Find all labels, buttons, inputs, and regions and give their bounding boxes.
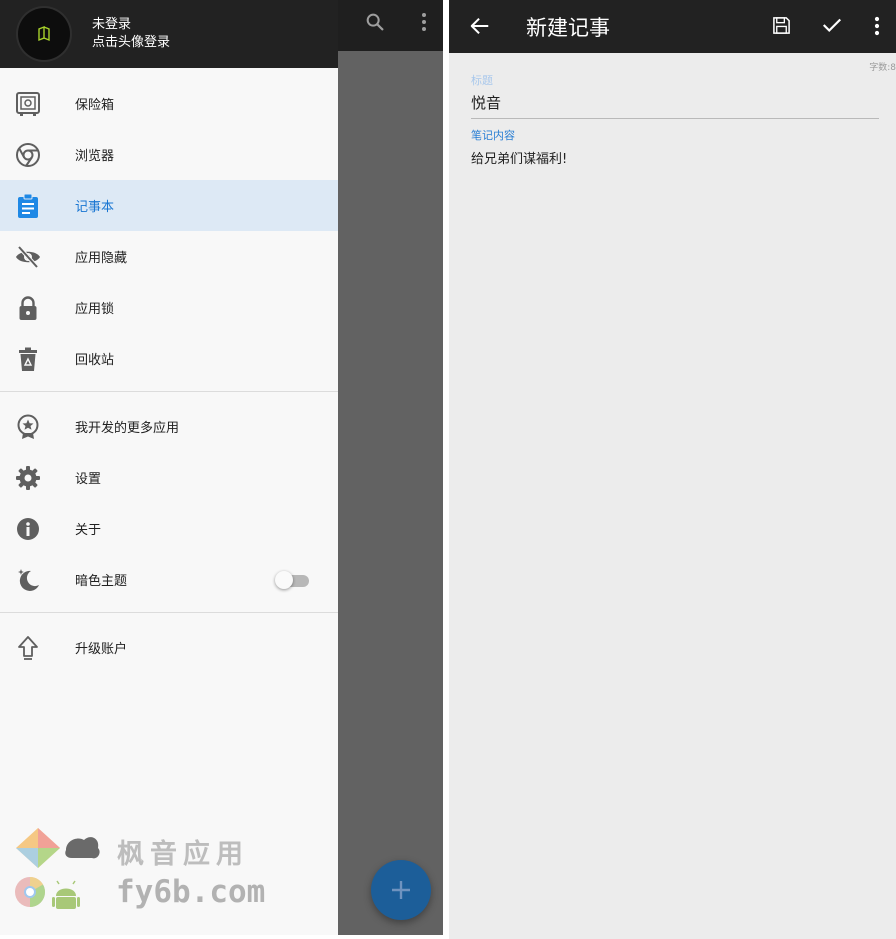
char-count: 字数:8 [869,63,896,73]
nav-item-app-hide[interactable]: 应用隐藏 [0,231,338,282]
nav-label: 回收站 [75,353,115,368]
user-name[interactable]: 未登录 [92,13,131,32]
info-icon [14,515,42,543]
title-input-underline [471,118,879,119]
safe-icon [14,90,42,118]
nav-item-browser[interactable]: 浏览器 [0,129,338,180]
more-vert-icon[interactable] [414,10,434,34]
nav-item-about[interactable]: 关于 [0,503,338,554]
back-arrow-icon[interactable] [467,13,493,39]
chrome-icon [14,141,42,169]
background-toolbar [338,0,443,51]
content-input[interactable]: 给兄弟们谋福利! [471,148,567,167]
title-input[interactable]: 悦音 [471,92,501,113]
login-hint[interactable]: 点击头像登录 [92,31,170,50]
nav-item-settings[interactable]: 设置 [0,452,338,503]
watermark-url: fy6b.com [116,874,266,910]
nav-label: 应用锁 [75,302,115,317]
nav-label: 升级账户 [75,642,128,657]
nav-label: 应用隐藏 [75,251,128,266]
save-icon[interactable] [769,13,793,37]
watermark-logo-icon [15,828,100,909]
lock-icon [14,294,42,322]
nav-label: 记事本 [75,200,115,215]
check-icon[interactable] [819,12,845,38]
logo-icon [38,25,50,42]
plus-icon [392,881,410,899]
more-vert-icon[interactable] [867,13,887,39]
drawer-header: 未登录 点击头像登录 [0,0,338,68]
eye-off-icon [14,243,42,271]
nav-label: 暗色主题 [75,574,128,589]
nav-item-more-apps[interactable]: 我开发的更多应用 [0,401,338,452]
nav-item-dark-theme[interactable]: 暗色主题 [0,554,338,605]
notes-list-screen: 未登录 点击头像登录 保险箱 浏览器 记事本 应用隐藏 应用锁 回收站 我开发的… [0,0,443,935]
watermark: 枫音应用 fy6b.com [12,826,266,916]
badge-star-icon [14,413,42,441]
moon-icon [14,566,42,594]
dark-theme-toggle[interactable] [275,571,311,589]
editor-appbar: 新建记事 [449,0,896,53]
background-content-scrim [338,51,443,935]
add-note-fab[interactable] [371,860,431,920]
gear-icon [14,464,42,492]
content-field-label: 笔记内容 [471,129,515,142]
divider [0,612,338,613]
nav-label: 我开发的更多应用 [75,421,180,436]
clipboard-icon [14,192,42,220]
new-note-screen: 新建记事 字数:8 标题 悦音 笔记内容 给兄弟们谋福利! [449,0,896,939]
nav-label: 保险箱 [75,98,115,113]
search-icon[interactable] [363,10,387,34]
upgrade-arrow-icon [14,634,42,662]
watermark-brand: 枫音应用 [117,839,249,870]
nav-item-notepad[interactable]: 记事本 [0,180,338,231]
nav-item-recycle-bin[interactable]: 回收站 [0,333,338,384]
page-title: 新建记事 [526,16,610,40]
nav-label: 浏览器 [75,149,115,164]
nav-label: 设置 [75,472,102,487]
toggle-thumb [275,571,293,589]
title-field-label: 标题 [471,74,493,87]
nav-item-vault[interactable]: 保险箱 [0,78,338,129]
nav-item-upgrade-account[interactable]: 升级账户 [0,622,338,673]
avatar[interactable] [18,8,70,60]
divider [0,391,338,392]
navigation-drawer: 未登录 点击头像登录 保险箱 浏览器 记事本 应用隐藏 应用锁 回收站 我开发的… [0,0,338,935]
recycle-bin-icon [14,345,42,373]
nav-item-app-lock[interactable]: 应用锁 [0,282,338,333]
nav-label: 关于 [75,523,102,538]
